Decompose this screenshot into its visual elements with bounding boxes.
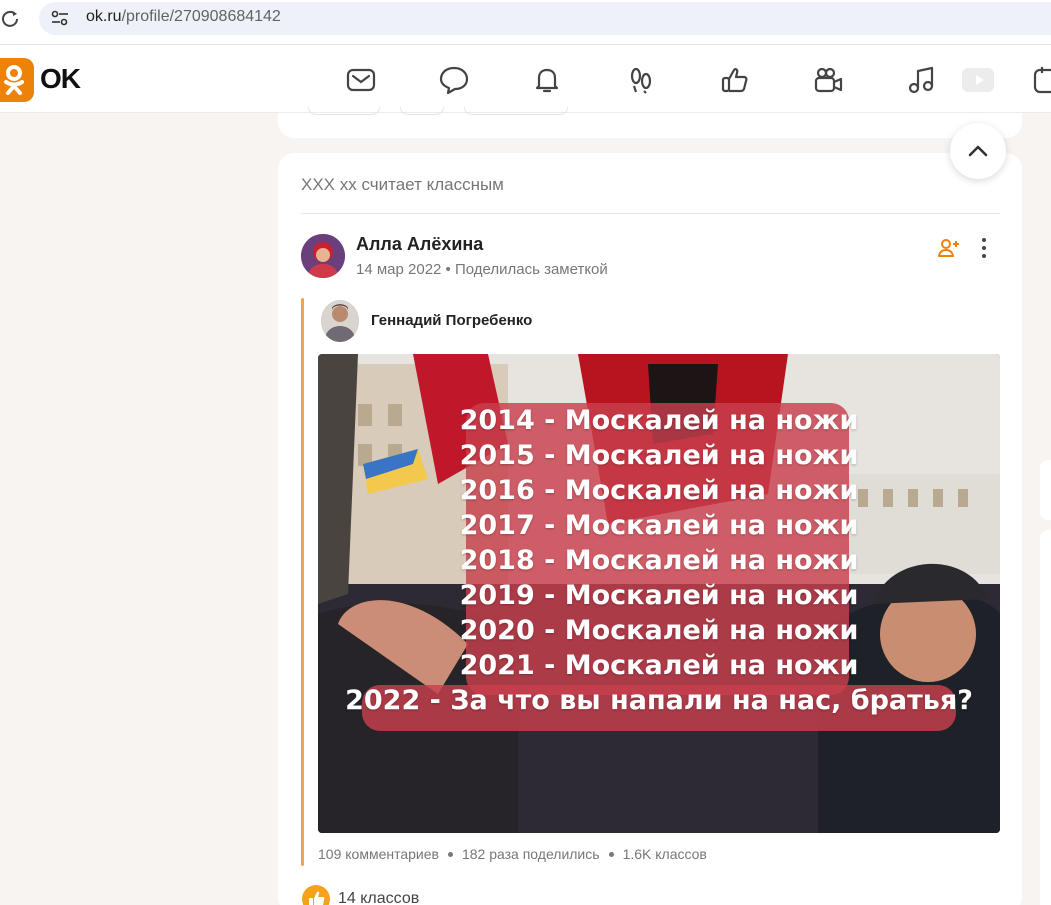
post-image[interactable]: 2014 - Москалей на ножи 2015 - Москалей … [318, 354, 1000, 833]
separator-dot [447, 851, 453, 857]
classes-count[interactable]: 1.6K классов [623, 846, 707, 862]
shares-count[interactable]: 182 раза поделились [462, 846, 600, 862]
reaction-pill[interactable] [464, 107, 568, 115]
image-text-line: 2017 - Москалей на ножи [459, 510, 859, 541]
image-text-line: 2019 - Москалей на ножи [459, 580, 859, 611]
image-text-line: 2022 - За что вы напали на нас, братья? [345, 685, 973, 716]
video-camera-icon[interactable] [812, 64, 844, 96]
quote-line [301, 298, 304, 866]
url-text: ok.ru/profile/270908684142 [86, 8, 281, 26]
class-like-icon[interactable] [302, 885, 330, 905]
image-text-line: 2014 - Москалей на ножи [459, 405, 859, 436]
side-panel-edge [1040, 460, 1051, 520]
bell-icon[interactable] [531, 64, 563, 96]
chat-icon[interactable] [438, 64, 470, 96]
scroll-to-top-button[interactable] [950, 123, 1006, 179]
chevron-up-icon [968, 145, 988, 157]
post-stats: 109 комментариев 182 раза поделились 1.6K … [318, 846, 707, 862]
site-header: OK [0, 44, 1051, 113]
side-panel-edge [1040, 530, 1051, 905]
url-host: ok.ru [86, 8, 122, 25]
calendar-icon[interactable] [1032, 64, 1051, 96]
likes-count[interactable]: 14 классов [338, 890, 419, 905]
video-play-icon[interactable] [962, 65, 994, 97]
post-action: Поделилась заметкой [454, 261, 608, 278]
previous-post-card [278, 107, 1022, 138]
image-text-line: 2020 - Москалей на ножи [459, 615, 859, 646]
reaction-pill[interactable] [308, 107, 380, 115]
author-avatar[interactable] [301, 234, 345, 278]
post-date[interactable]: 14 мар 2022 [356, 261, 441, 278]
quoted-author-avatar[interactable] [321, 300, 359, 342]
add-friend-icon[interactable] [937, 236, 961, 260]
post-meta: 14 мар 2022 • Поделилась заметкой [356, 261, 608, 278]
feed-caption[interactable]: XXX xx считает классным [301, 175, 504, 195]
ok-logo-icon[interactable] [0, 58, 34, 102]
site-settings-icon[interactable] [50, 8, 70, 28]
comments-count[interactable]: 109 комментариев [318, 846, 439, 862]
browser-address-bar: ok.ru/profile/270908684142 [0, 0, 1051, 44]
divider [301, 213, 1000, 214]
url-path: /profile/270908684142 [121, 8, 281, 25]
mail-icon[interactable] [345, 64, 377, 96]
author-name[interactable]: Алла Алёхина [356, 234, 483, 255]
quoted-author-name[interactable]: Геннадий Погребенко [371, 312, 532, 329]
logo-text[interactable]: OK [40, 63, 81, 95]
more-options-icon[interactable] [974, 237, 994, 259]
image-text-line: 2015 - Москалей на ножи [459, 440, 859, 471]
image-text-line: 2016 - Москалей на ножи [459, 475, 859, 506]
image-text-line: 2018 - Москалей на ножи [459, 545, 859, 576]
image-text: 2014 - Москалей на ножи 2015 - Москалей … [318, 403, 1000, 718]
reload-icon[interactable] [0, 8, 22, 30]
music-icon[interactable] [905, 64, 937, 96]
like-icon[interactable] [719, 64, 751, 96]
guests-icon[interactable] [625, 64, 657, 96]
reaction-pill[interactable] [400, 107, 444, 115]
feed-post-card: XXX xx считает классным Алла Алёхина 14 … [278, 153, 1022, 905]
separator-dot [608, 851, 614, 857]
image-text-line: 2021 - Москалей на ножи [459, 650, 859, 681]
